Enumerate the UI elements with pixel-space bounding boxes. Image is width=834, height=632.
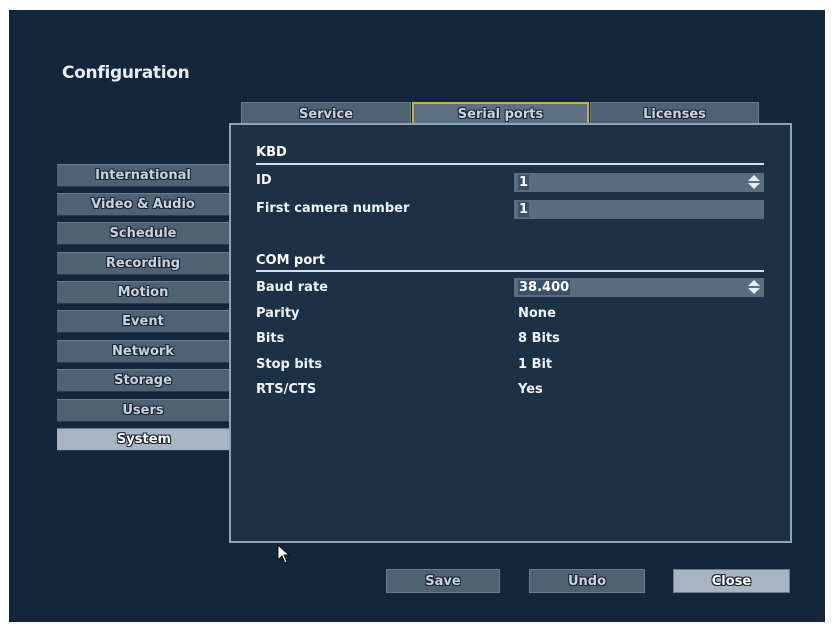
mouse-cursor-icon [277, 544, 291, 564]
parity-value[interactable]: None [518, 306, 556, 321]
sidebar-item-network[interactable]: Network [57, 340, 229, 363]
first-camera-value: 1 [518, 202, 530, 217]
sidebar-item-label: Video & Audio [91, 197, 195, 212]
sidebar-item-label: Motion [117, 285, 169, 300]
kbd-id-field[interactable]: 1 [514, 173, 764, 192]
tab-service-label: Service [298, 106, 354, 122]
baud-rate-value: 38.400 [518, 280, 571, 295]
bits-value[interactable]: 8 Bits [518, 331, 560, 346]
sidebar-item-label: Schedule [109, 226, 177, 241]
save-button[interactable]: Save [386, 569, 500, 593]
kbd-id-label: ID [256, 173, 272, 188]
baud-rate-label: Baud rate [256, 280, 328, 295]
stop-bits-label: Stop bits [256, 357, 323, 372]
sidebar-item-system[interactable]: System [57, 428, 231, 451]
com-divider [256, 270, 764, 272]
sidebar-item-label: Users [122, 403, 164, 418]
first-camera-label: First camera number [256, 201, 410, 216]
rts-cts-label: RTS/CTS [256, 382, 317, 397]
sidebar-item-schedule[interactable]: Schedule [57, 222, 229, 245]
sidebar-item-label: International [95, 168, 191, 183]
tab-licenses-label: Licenses [643, 106, 706, 122]
close-button[interactable]: Close [673, 569, 790, 593]
kbd-heading: KBD [256, 145, 287, 160]
sidebar-item-recording[interactable]: Recording [57, 252, 229, 275]
undo-button[interactable]: Undo [529, 569, 645, 593]
undo-button-label: Undo [567, 573, 607, 589]
page-title: Configuration [62, 63, 190, 83]
sidebar-item-label: System [116, 432, 172, 447]
bits-label: Bits [256, 331, 285, 346]
spin-updown-icon[interactable] [748, 280, 760, 294]
parity-label: Parity [256, 306, 300, 321]
sidebar-item-storage[interactable]: Storage [57, 369, 229, 392]
first-camera-field[interactable]: 1 [514, 200, 764, 219]
spin-updown-icon[interactable] [748, 175, 760, 189]
sidebar-item-motion[interactable]: Motion [57, 281, 229, 304]
sidebar-item-label: Event [122, 314, 164, 329]
close-button-label: Close [711, 573, 752, 589]
kbd-id-value: 1 [518, 175, 530, 190]
tab-serial-ports-label: Serial ports [457, 106, 544, 122]
sidebar-item-event[interactable]: Event [57, 310, 229, 333]
sidebar-item-video-audio[interactable]: Video & Audio [57, 193, 229, 216]
sidebar-item-label: Storage [114, 373, 172, 388]
rts-cts-value[interactable]: Yes [518, 382, 543, 397]
sidebar-item-label: Network [112, 344, 174, 359]
sidebar-item-label: Recording [105, 256, 181, 271]
save-button-label: Save [425, 573, 461, 589]
sidebar-item-users[interactable]: Users [57, 399, 229, 422]
kbd-divider [256, 163, 764, 165]
sidebar-item-international[interactable]: International [57, 164, 229, 187]
com-heading: COM port [256, 253, 325, 268]
baud-rate-field[interactable]: 38.400 [514, 278, 764, 297]
stop-bits-value[interactable]: 1 Bit [518, 357, 552, 372]
screen: Configuration Service Serial ports Licen… [9, 10, 825, 622]
